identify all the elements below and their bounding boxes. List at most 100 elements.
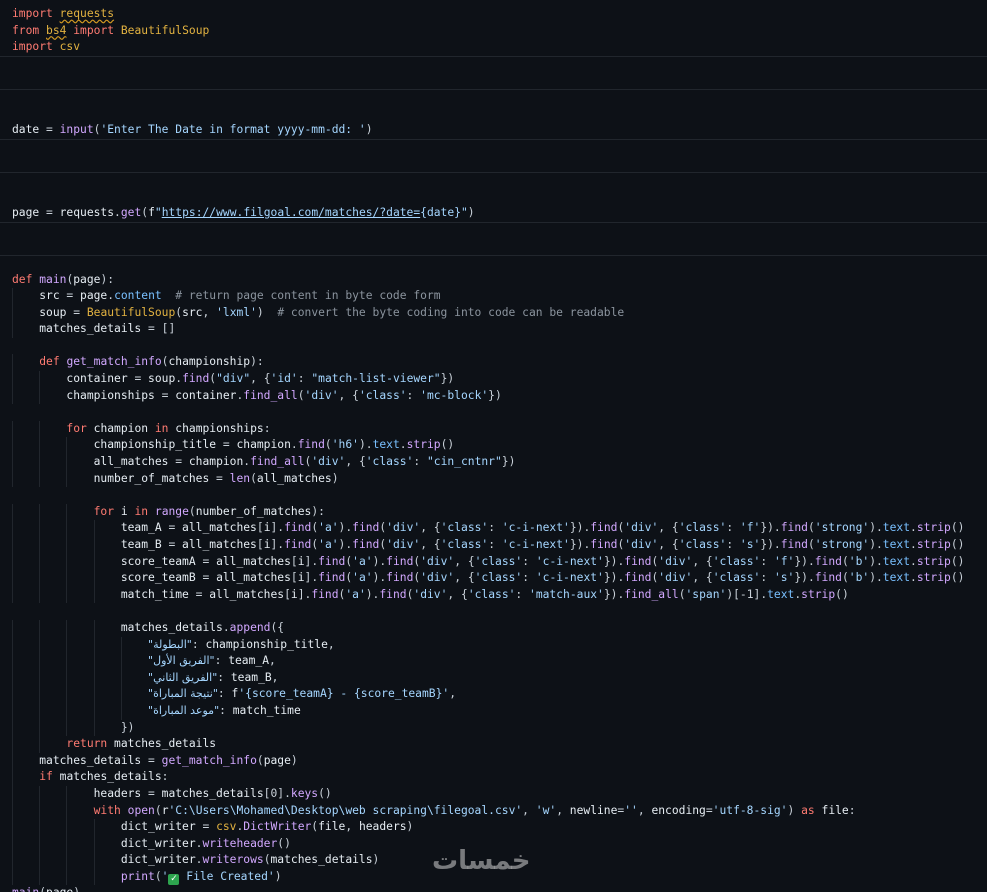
code-line[interactable]: date = input('Enter The Date in format y… bbox=[0, 122, 987, 139]
code-text: score_teamA = all_matches[i].find('a').f… bbox=[120, 554, 965, 568]
code-line[interactable]: src = page.content # return page content… bbox=[0, 288, 987, 305]
indent-guide bbox=[66, 686, 68, 703]
check-icon: ✓ bbox=[168, 873, 180, 885]
code-line[interactable]: match_time = all_matches[i].find('a').fi… bbox=[0, 586, 987, 604]
indent-guide bbox=[12, 868, 13, 886]
indent-guide bbox=[12, 470, 13, 488]
indent-guide bbox=[66, 802, 68, 820]
code-line[interactable] bbox=[0, 487, 987, 504]
code-line[interactable]: return matches_details bbox=[0, 736, 987, 753]
code-text: team_A = all_matches[i].find('a').find('… bbox=[120, 521, 965, 535]
indent-guide bbox=[39, 736, 41, 753]
indent-guide bbox=[66, 653, 68, 670]
code-line[interactable]: page = requests.get(f"https://www.filgoa… bbox=[0, 205, 987, 222]
indent-guide bbox=[39, 702, 41, 720]
code-text: all_matches = champion.find_all('div', {… bbox=[93, 455, 516, 469]
indent-guide bbox=[66, 868, 68, 886]
code-text: matches_details = get_match_info(page) bbox=[39, 753, 298, 767]
code-line[interactable]: "نتيجة المباراة": f'{score_teamA} - {sco… bbox=[0, 686, 987, 703]
code-line[interactable]: for champion in championships: bbox=[0, 420, 987, 438]
code-text: print(' ✓ File Created') bbox=[120, 869, 282, 885]
code-line[interactable] bbox=[0, 88, 987, 106]
code-line[interactable]: all_matches = champion.find_all('div', {… bbox=[0, 454, 987, 471]
indent-guide bbox=[66, 454, 68, 471]
code-line[interactable]: headers = matches_details[0].keys() bbox=[0, 785, 987, 803]
code-line[interactable]: "الفريق الثاني": team_B, bbox=[0, 669, 987, 687]
code-line[interactable] bbox=[0, 72, 987, 89]
code-line[interactable]: import csv bbox=[0, 39, 987, 56]
code-line[interactable]: number_of_matches = len(all_matches) bbox=[0, 470, 987, 488]
code-line[interactable]: from bs4 import BeautifulSoup bbox=[0, 23, 987, 40]
indent-guide bbox=[12, 686, 13, 703]
code-line[interactable]: matches_details = [] bbox=[0, 321, 987, 338]
indent-guide bbox=[93, 852, 95, 869]
code-line[interactable]: }) bbox=[0, 719, 987, 737]
indent-guide bbox=[66, 785, 68, 803]
code-line[interactable] bbox=[0, 189, 987, 206]
code-text: for champion in championships: bbox=[66, 421, 271, 435]
code-line[interactable]: team_B = all_matches[i].find('a').find('… bbox=[0, 537, 987, 554]
code-line[interactable]: soup = BeautifulSoup(src, 'lxml') # conv… bbox=[0, 304, 987, 322]
code-line[interactable] bbox=[0, 603, 987, 620]
code-line[interactable]: team_A = all_matches[i].find('a').find('… bbox=[0, 520, 987, 537]
code-text: matches_details = [] bbox=[39, 322, 176, 336]
code-line[interactable]: matches_details = get_match_info(page) bbox=[0, 752, 987, 770]
indent-guide bbox=[12, 736, 13, 753]
code-line[interactable] bbox=[0, 221, 987, 239]
code-line[interactable] bbox=[0, 338, 987, 355]
code-text: for i in range(number_of_matches): bbox=[93, 504, 325, 518]
indent-guide bbox=[120, 636, 122, 654]
code-line[interactable]: if matches_details: bbox=[0, 769, 987, 786]
code-line[interactable] bbox=[0, 106, 987, 123]
code-text: soup = BeautifulSoup(src, 'lxml') # conv… bbox=[39, 305, 625, 319]
code-line[interactable]: for i in range(number_of_matches): bbox=[0, 503, 987, 521]
code-line[interactable]: "البطولة": championship_title, bbox=[0, 636, 987, 654]
code-line[interactable]: import requests bbox=[0, 6, 987, 23]
code-text: src = page.content # return page content… bbox=[39, 289, 441, 303]
indent-guide bbox=[39, 387, 41, 405]
indent-guide bbox=[93, 719, 95, 737]
code-line[interactable]: container = soup.find("div", {'id': "mat… bbox=[0, 371, 987, 388]
code-editor[interactable]: import requests from bs4 import Beautiful… bbox=[0, 6, 987, 892]
code-line[interactable]: score_teamB = all_matches[i].find('a').f… bbox=[0, 570, 987, 587]
code-line[interactable]: "الفريق الأول": team_A, bbox=[0, 653, 987, 670]
code-line[interactable] bbox=[0, 254, 987, 272]
code-text: dict_writer.writeheader() bbox=[120, 836, 291, 850]
code-line[interactable]: dict_writer = csv.DictWriter(file, heade… bbox=[0, 819, 987, 836]
code-line[interactable] bbox=[0, 238, 987, 255]
code-line[interactable] bbox=[0, 171, 987, 189]
code-line[interactable]: def get_match_info(championship): bbox=[0, 354, 987, 372]
code-text: date = input('Enter The Date in format y… bbox=[12, 123, 373, 137]
code-line[interactable] bbox=[0, 404, 987, 421]
indent-guide bbox=[93, 702, 95, 720]
indent-guide bbox=[39, 454, 41, 471]
code-line[interactable]: def main(page): bbox=[0, 272, 987, 289]
indent-guide bbox=[120, 702, 122, 720]
code-text: container = soup.find("div", {'id': "mat… bbox=[66, 372, 455, 386]
code-line[interactable] bbox=[0, 155, 987, 172]
code-line[interactable]: main(page) bbox=[0, 885, 987, 892]
code-text: }) bbox=[12, 720, 135, 734]
indent-guide bbox=[12, 785, 13, 803]
indent-guide bbox=[93, 520, 95, 537]
indent-guide bbox=[39, 835, 41, 853]
code-line[interactable]: score_teamA = all_matches[i].find('a').f… bbox=[0, 553, 987, 571]
code-line[interactable]: matches_details.append({ bbox=[0, 619, 987, 637]
indent-guide bbox=[66, 719, 68, 737]
code-text: matches_details.append({ bbox=[120, 620, 285, 634]
indent-guide bbox=[66, 819, 68, 836]
code-line[interactable]: championships = container.find_all('div'… bbox=[0, 387, 987, 405]
indent-guide bbox=[93, 553, 95, 571]
code-line[interactable] bbox=[0, 138, 987, 156]
code-text: "الفريق الأول": team_A, bbox=[148, 654, 276, 668]
indent-guide bbox=[66, 702, 68, 720]
code-line[interactable]: with open(r'C:\Users\Mohamed\Desktop\web… bbox=[0, 802, 987, 820]
code-line[interactable]: "موعد المباراة": match_time bbox=[0, 702, 987, 720]
code-line[interactable] bbox=[0, 55, 987, 73]
code-line[interactable]: championship_title = champion.find('h6')… bbox=[0, 437, 987, 455]
code-text: "الفريق الثاني": team_B, bbox=[148, 670, 279, 684]
indent-guide bbox=[39, 653, 41, 670]
indent-guide bbox=[66, 852, 68, 869]
indent-guide bbox=[120, 669, 122, 687]
indent-guide bbox=[12, 354, 13, 372]
